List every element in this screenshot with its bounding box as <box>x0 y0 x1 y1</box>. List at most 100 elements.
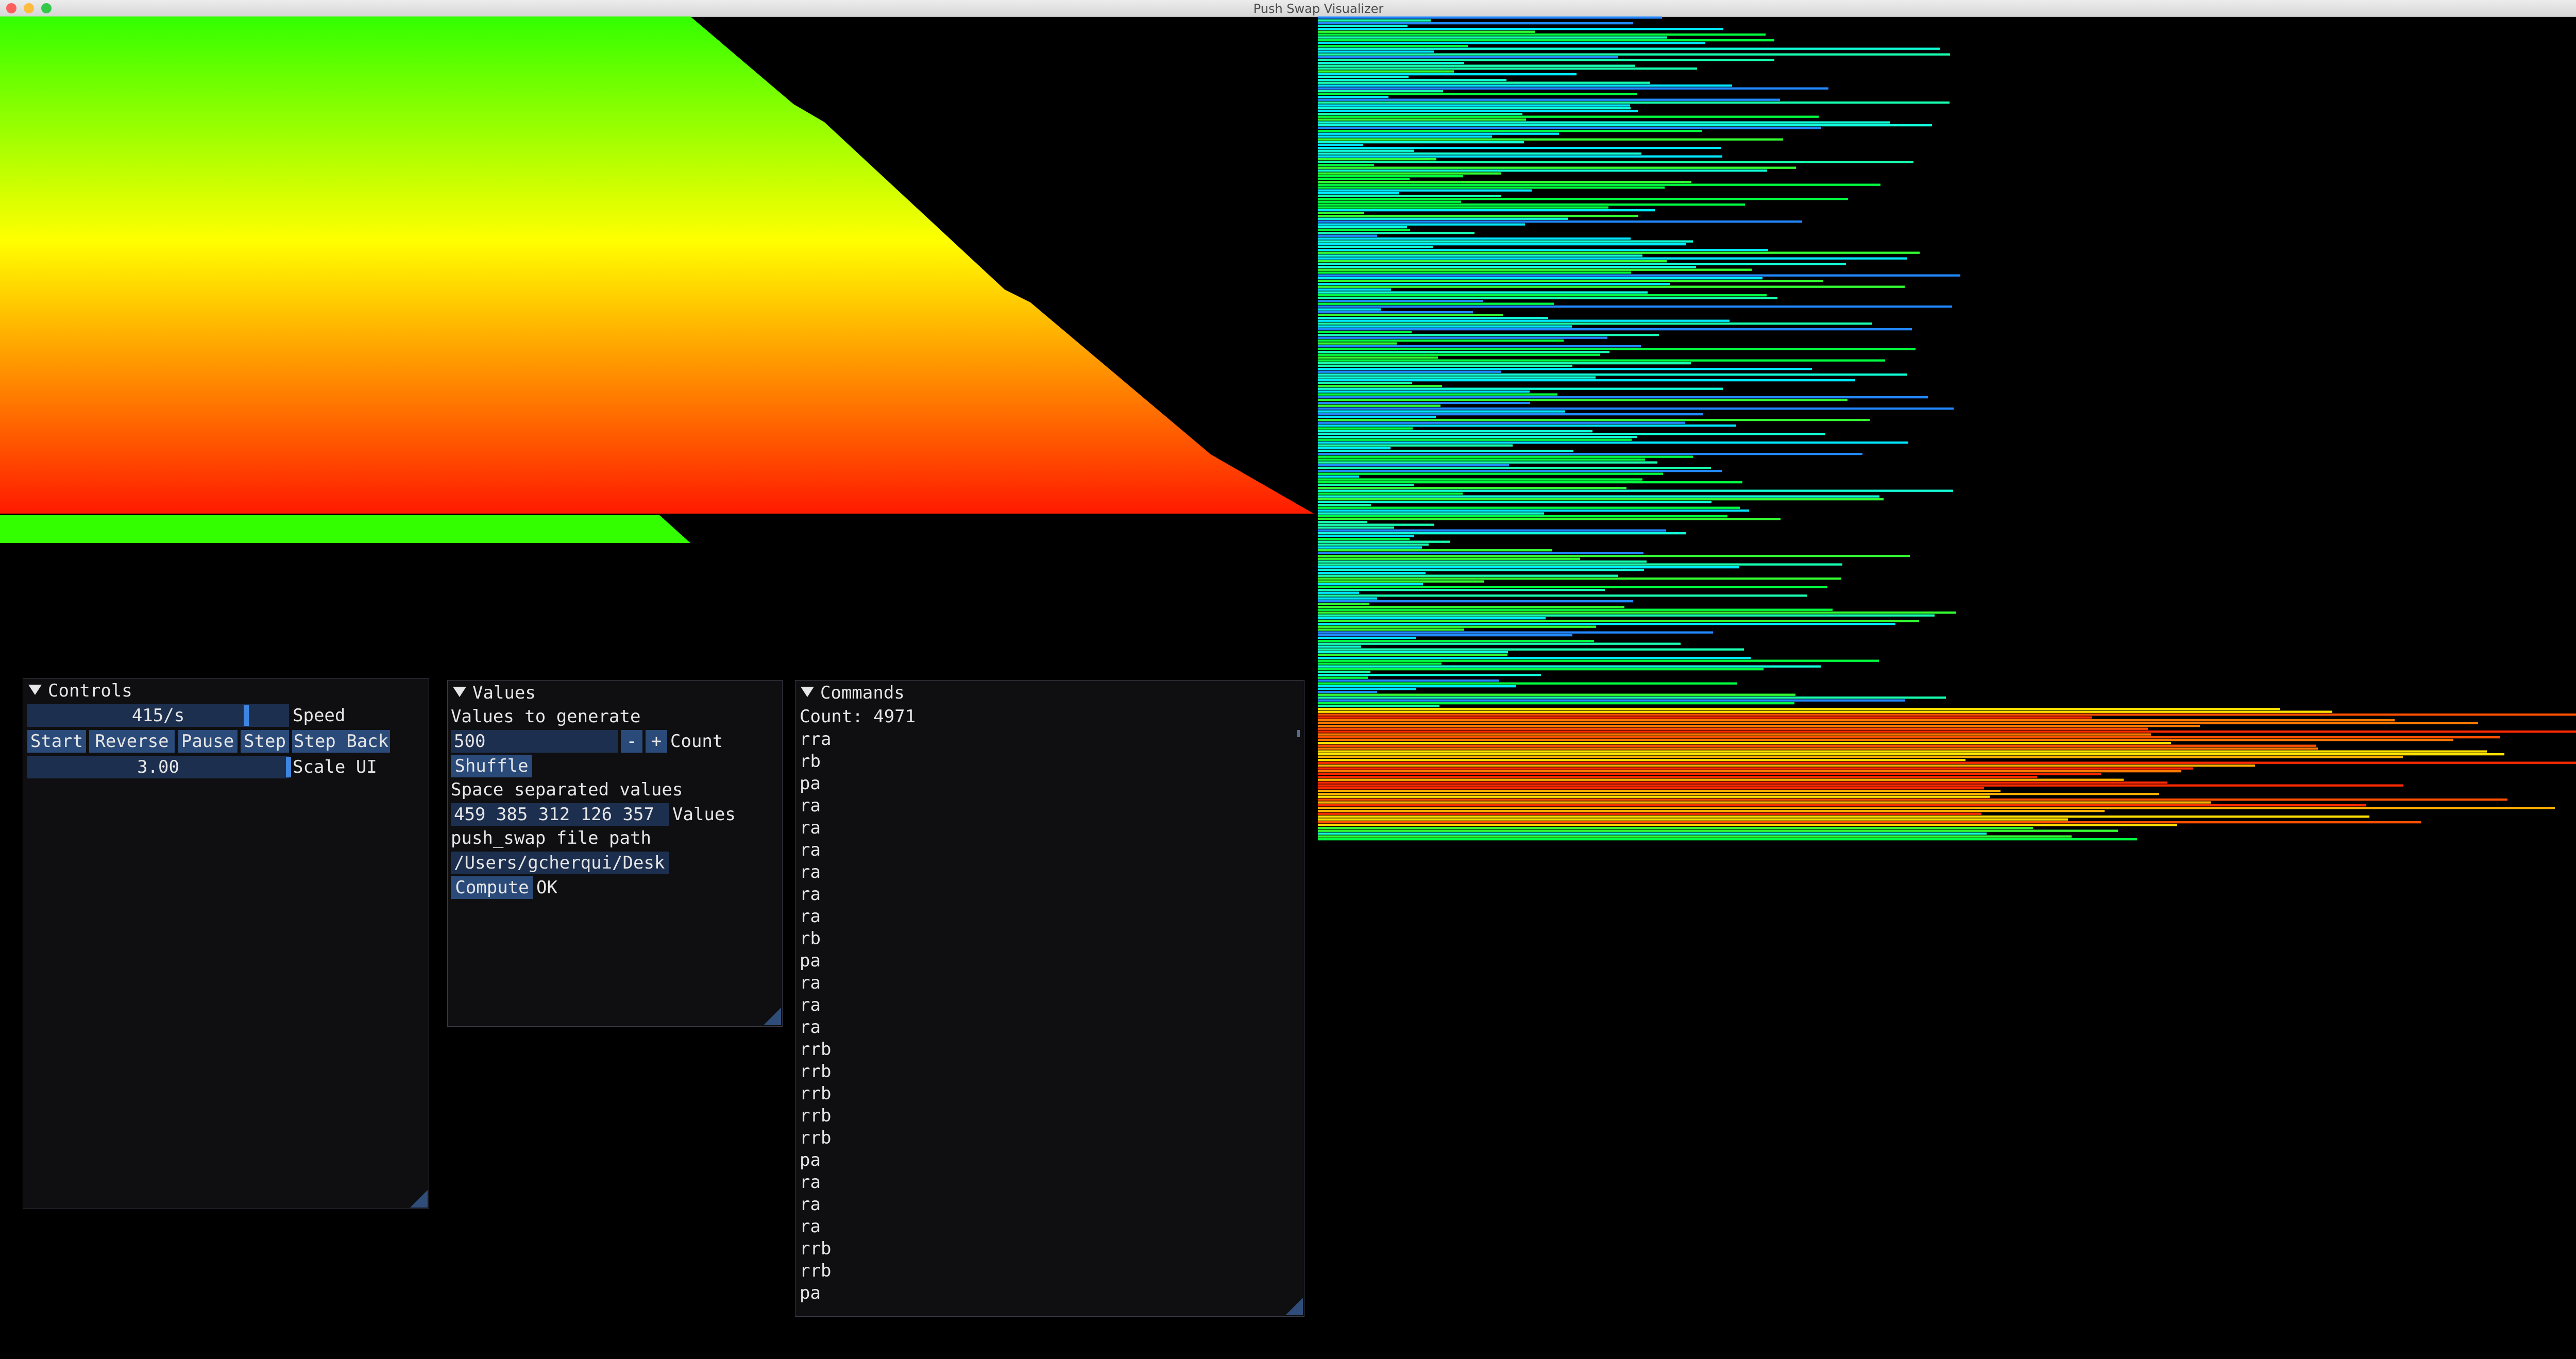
start-button[interactable]: Start <box>27 730 86 753</box>
stack-b-bar <box>1318 761 2576 764</box>
stack-b-bar <box>1318 552 1643 554</box>
stack-b-bar <box>1318 555 1910 557</box>
stack-b-bar <box>1318 73 1577 76</box>
stack-b-bar <box>1318 566 1739 569</box>
stack-b-bar <box>1318 799 2507 801</box>
stack-b-bar <box>1318 606 1624 608</box>
resize-grip-icon[interactable] <box>410 1190 428 1208</box>
controls-panel-header[interactable]: Controls <box>23 678 429 701</box>
stack-b-bar <box>1318 821 2421 824</box>
compute-button[interactable]: Compute <box>451 876 533 899</box>
stack-b-bar <box>1318 583 1423 586</box>
stack-b-bar <box>1318 807 2555 809</box>
count-minus-button[interactable]: - <box>621 730 642 753</box>
stack-b-bar <box>1318 53 1950 56</box>
stack-b-bar <box>1318 767 2193 770</box>
stack-b-bar <box>1318 96 1388 98</box>
scale-ui-slider[interactable]: 3.00 <box>27 756 291 778</box>
stack-b-bar <box>1318 535 1414 537</box>
stack-b-bar <box>1318 274 1960 277</box>
commands-scrollbar[interactable] <box>1297 730 1300 737</box>
resize-grip-icon[interactable] <box>764 1008 781 1025</box>
stack-b-bar <box>1318 387 1723 390</box>
stack-b-bar <box>1318 319 1730 322</box>
stack-b-bar <box>1318 152 1641 155</box>
stack-b-bar <box>1318 206 1608 209</box>
stack-b-bar <box>1318 450 1573 452</box>
resize-grip-icon[interactable] <box>1285 1298 1303 1315</box>
stack-b-bar <box>1318 509 1749 512</box>
stack-b-bar <box>1318 300 1483 302</box>
step-back-button[interactable]: Step Back <box>292 730 390 753</box>
values-panel: Values Values to generate 500 - + Count … <box>447 680 783 1027</box>
reverse-button[interactable]: Reverse <box>89 730 175 753</box>
stack-b-bar <box>1318 243 1686 246</box>
collapse-triangle-icon[interactable] <box>28 685 42 695</box>
stack-b-bar <box>1318 419 1870 421</box>
stack-b-bar <box>1318 714 2576 716</box>
window-titlebar: Push Swap Visualizer <box>0 0 2576 17</box>
stack-b-bar <box>1318 827 2033 829</box>
stack-b-bar <box>1318 200 1461 203</box>
stack-b-bar <box>1318 30 1535 33</box>
stack-b-bar <box>1318 835 2072 838</box>
stack-b-bar <box>1318 716 2092 719</box>
stack-b-bar <box>1318 620 1919 622</box>
speed-slider[interactable]: 415/s <box>27 704 289 727</box>
stack-b-bar <box>1318 87 1828 90</box>
stack-b-bar <box>1318 144 1363 146</box>
step-button[interactable]: Step <box>241 730 289 753</box>
pause-button[interactable]: Pause <box>178 730 238 753</box>
stack-b-bar <box>1318 353 1600 356</box>
collapse-triangle-icon[interactable] <box>453 687 466 697</box>
stack-b-bar <box>1318 36 1667 39</box>
stack-b-bar <box>1318 138 1783 141</box>
stack-b-bar <box>1318 543 1429 546</box>
push-swap-path-input[interactable]: /Users/gcherqui/Desk <box>451 852 669 874</box>
stack-b-bar <box>1318 586 1827 588</box>
command-item: rrb <box>800 1083 832 1104</box>
stack-b-bar <box>1318 637 1416 639</box>
stack-b-bar <box>1318 263 1846 265</box>
stack-b-bar <box>1318 484 1414 486</box>
commands-panel-header[interactable]: Commands <box>795 681 1304 703</box>
stack-b-visualization <box>1318 16 2576 841</box>
stack-b-bar <box>1318 232 1475 234</box>
stack-b-bar <box>1318 240 1693 243</box>
speed-slider-handle[interactable] <box>244 705 249 726</box>
stack-b-bar <box>1318 793 2159 795</box>
stack-b-bar <box>1318 501 1711 503</box>
shuffle-button[interactable]: Shuffle <box>451 755 532 777</box>
values-panel-header[interactable]: Values <box>448 681 782 703</box>
stack-b-bar <box>1318 198 1848 200</box>
stack-b-bar <box>1318 546 1422 549</box>
stack-b-bar <box>1318 288 1391 291</box>
stack-b-bar <box>1318 818 2068 821</box>
stack-b-bar <box>1318 107 1631 110</box>
stack-b-bar <box>1318 824 2177 826</box>
stack-b-bar <box>1318 816 2369 818</box>
stack-b-bar <box>1318 521 1367 523</box>
stack-b-bar <box>1318 506 1740 509</box>
stack-b-bar <box>1318 438 1632 441</box>
stack-b-bar <box>1318 251 1920 254</box>
scale-ui-slider-handle[interactable] <box>286 757 291 777</box>
stack-b-bar <box>1318 444 1513 447</box>
speed-value: 415/s <box>131 705 185 726</box>
stack-b-bar <box>1318 359 1885 362</box>
values-input[interactable]: 459 385 312 126 357 <box>451 803 669 826</box>
stack-b-bar <box>1318 472 1663 475</box>
command-item: pa <box>800 773 821 794</box>
stack-b-bar <box>1318 271 1631 274</box>
stack-b-bar <box>1318 702 1794 705</box>
stack-b-bar <box>1318 226 1407 229</box>
stack-b-bar <box>1318 481 1742 484</box>
count-input[interactable]: 500 <box>451 730 618 753</box>
stack-b-bar <box>1318 376 1596 379</box>
collapse-triangle-icon[interactable] <box>801 687 814 697</box>
count-plus-button[interactable]: + <box>646 730 667 753</box>
stack-b-bar <box>1318 625 1596 628</box>
stack-b-bar <box>1318 492 1463 495</box>
stack-b-bar <box>1318 155 1722 158</box>
stack-b-bar <box>1318 642 1681 645</box>
